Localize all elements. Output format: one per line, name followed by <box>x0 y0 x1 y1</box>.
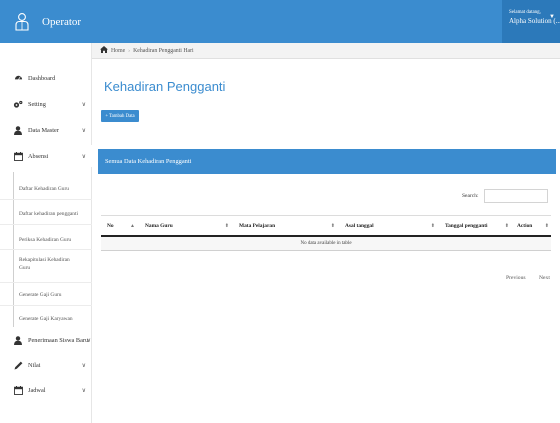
home-icon[interactable] <box>100 46 108 55</box>
sort-icon: ⬍ <box>224 224 229 229</box>
pencil-icon <box>13 360 23 370</box>
panel-header: Semua Data Kehadiran Pengganti <box>98 149 556 174</box>
sidebar-item-label: Data Master <box>28 126 59 134</box>
sort-asc-icon: ▲ <box>130 223 135 229</box>
column-header-tanggal-pengganti[interactable]: Tanggal pengganti ⬍ <box>445 216 509 236</box>
chevron-down-icon: ∨ <box>81 153 86 160</box>
page-title: Kehadiran Pengganti <box>104 79 226 94</box>
sidebar-subitem-rekapitulasi-kehadiran-guru[interactable]: Rekapitulasi Kehadiran Guru <box>0 256 80 276</box>
sidebar-item-label: Absensi <box>28 152 49 160</box>
sort-icon: ⬍ <box>544 224 549 229</box>
pagination-next[interactable]: Next <box>539 275 550 281</box>
calendar-icon <box>13 385 23 395</box>
chevron-down-icon: ∨ <box>81 362 86 369</box>
user-menu[interactable]: Selamat datang, Alpha Solution (... ▼ <box>502 0 560 43</box>
search-label: Search: <box>462 193 479 199</box>
divider <box>0 224 92 225</box>
sidebar-subitem-generate-gaji-karyawan[interactable]: Generate Gaji Karyawan <box>0 315 92 323</box>
sidebar-item-data-master[interactable]: Data Master ∨ <box>0 119 92 141</box>
breadcrumb: Home › Kehadiran Pengganti Hari <box>92 43 560 59</box>
divider <box>0 282 92 283</box>
sidebar-item-dashboard[interactable]: Dashboard <box>0 67 92 89</box>
breadcrumb-separator: › <box>128 47 131 54</box>
sidebar-item-label: Setting <box>28 100 46 108</box>
sidebar-item-jadwal[interactable]: Jadwal ∨ <box>0 379 92 401</box>
sort-icon: ⬍ <box>430 224 435 229</box>
sidebar: Dashboard Setting ∨ Data Master ∨ Absens… <box>0 43 92 423</box>
add-data-button[interactable]: + Tambah Data <box>101 110 139 122</box>
table-empty-row: No data available in table <box>101 237 551 251</box>
divider <box>0 305 92 306</box>
column-header-no[interactable]: No ▲ <box>107 216 135 236</box>
operator-user-icon <box>14 12 30 32</box>
divider <box>0 249 92 250</box>
search-input[interactable] <box>484 189 548 203</box>
column-header-asal-tanggal[interactable]: Asal tanggal ⬍ <box>345 216 435 236</box>
sidebar-item-label: Nilai <box>28 361 41 369</box>
sidebar-subitem-periksa-kehadiran-guru[interactable]: Periksa Kehadiran Guru <box>0 236 92 244</box>
sidebar-item-penerimaan-siswa-baru[interactable]: Penerimaan Siswa Baru ∨ <box>0 329 92 351</box>
chevron-down-icon: ∨ <box>81 387 86 394</box>
sidebar-item-nilai[interactable]: Nilai ∨ <box>0 354 92 376</box>
sidebar-item-setting[interactable]: Setting ∨ <box>0 93 92 115</box>
user-icon <box>13 125 23 135</box>
sidebar-item-label: Dashboard <box>28 74 56 82</box>
main-content: Home › Kehadiran Pengganti Hari Kehadira… <box>92 43 560 423</box>
sort-icon: ⬍ <box>504 224 509 229</box>
column-header-nama-guru[interactable]: Nama Guru ⬍ <box>145 216 229 236</box>
sidebar-item-label: Jadwal <box>28 386 46 394</box>
sidebar-subitem-daftar-kehadiran-pengganti[interactable]: Daftar kehadiran pengganti <box>0 210 92 218</box>
gears-icon <box>13 99 23 109</box>
sidebar-subitem-generate-gaji-guru[interactable]: Generate Gaji Guru <box>0 291 92 299</box>
sort-icon: ⬍ <box>330 224 335 229</box>
top-navbar: Operator Selamat datang, Alpha Solution … <box>0 0 560 43</box>
breadcrumb-home-link[interactable]: Home <box>111 48 125 54</box>
chevron-down-icon: ∨ <box>86 337 91 344</box>
sidebar-item-label: Penerimaan Siswa Baru <box>28 336 89 344</box>
chevron-down-icon: ∨ <box>81 127 86 134</box>
dashboard-icon <box>13 73 23 83</box>
column-header-action[interactable]: Action ⬍ <box>517 216 549 236</box>
divider <box>0 199 92 200</box>
plus-icon: + <box>105 113 109 119</box>
pagination-previous[interactable]: Previous <box>506 275 526 281</box>
user-icon <box>13 335 23 345</box>
sidebar-item-absensi[interactable]: Absensi ∨ <box>0 145 92 167</box>
caret-down-icon: ▼ <box>549 14 555 20</box>
sidebar-subitem-daftar-kehadiran-guru[interactable]: Daftar Kehadiran Guru <box>0 185 92 193</box>
table-header: No ▲ Nama Guru ⬍ Mata Pelajaran ⬍ Asal t… <box>101 215 551 237</box>
brand[interactable]: Operator <box>0 0 92 43</box>
column-header-mata-pelajaran[interactable]: Mata Pelajaran ⬍ <box>239 216 335 236</box>
brand-title: Operator <box>42 15 82 28</box>
calendar-icon <box>13 151 23 161</box>
chevron-down-icon: ∨ <box>81 101 86 108</box>
breadcrumb-current: Kehadiran Pengganti Hari <box>133 47 194 54</box>
